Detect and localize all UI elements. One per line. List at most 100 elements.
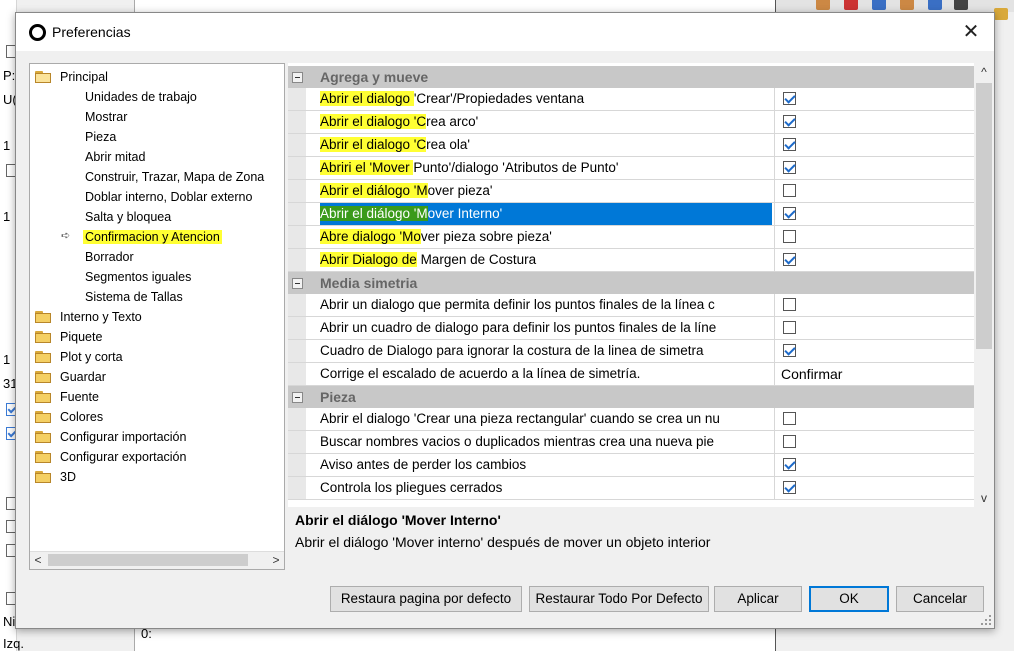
checkbox-unchecked[interactable] (783, 298, 796, 311)
property-value[interactable] (774, 111, 975, 133)
tree-item-segmentos[interactable]: Segmentos iguales (85, 267, 191, 287)
property-row[interactable]: Abre dialogo 'Mover pieza sobre pieza' (288, 226, 974, 249)
cancel-button[interactable]: Cancelar (896, 586, 984, 612)
tree-item-salta[interactable]: Salta y bloquea (85, 207, 171, 227)
toolbar-icon[interactable] (900, 0, 914, 10)
checkbox-checked[interactable] (783, 115, 796, 128)
checkbox-checked[interactable] (783, 207, 796, 220)
tree-item-doblar[interactable]: Doblar interno, Doblar externo (85, 187, 252, 207)
property-name[interactable]: Abrir el diálogo 'Mover Interno' (320, 203, 772, 225)
property-row[interactable]: Abriri el 'Mover Punto'/dialogo 'Atribut… (288, 157, 974, 180)
property-row[interactable]: Abrir Dialogo de Margen de Costura (288, 249, 974, 272)
scroll-left-icon[interactable]: < (30, 552, 46, 569)
tree-item-mostrar[interactable]: Mostrar (85, 107, 127, 127)
toolbar-icon[interactable] (844, 0, 858, 10)
tree-horizontal-scrollbar[interactable]: < > (30, 551, 284, 569)
property-row[interactable]: Abrir el diálogo 'Mover Interno' (288, 203, 974, 226)
property-row[interactable]: Corrige el escalado de acuerdo a la líne… (288, 363, 974, 386)
property-row[interactable]: Abrir el dialogo 'Crear una pieza rectan… (288, 408, 974, 431)
checkbox-unchecked[interactable] (783, 321, 796, 334)
property-value[interactable]: Confirmar (774, 363, 975, 385)
close-button[interactable]: ✕ (948, 13, 994, 51)
checkbox-unchecked[interactable] (783, 435, 796, 448)
property-value[interactable] (774, 134, 975, 156)
property-name[interactable]: Corrige el escalado de acuerdo a la líne… (320, 363, 772, 385)
property-name[interactable]: Abrir el dialogo 'Crear'/Propiedades ven… (320, 88, 772, 110)
toolbar-icon[interactable] (816, 0, 830, 10)
property-value[interactable] (774, 340, 975, 362)
property-value[interactable] (774, 88, 975, 110)
property-row[interactable]: Abrir el dialogo 'Crea ola' (288, 134, 974, 157)
property-name[interactable]: Abrir un dialogo que permita definir los… (320, 294, 772, 316)
collapse-icon[interactable] (292, 72, 303, 83)
property-value[interactable] (774, 180, 975, 202)
ok-button[interactable]: OK (809, 586, 889, 612)
tree-item-pieza[interactable]: Pieza (85, 127, 116, 147)
toolbar-icon[interactable] (872, 0, 886, 10)
scroll-thumb[interactable] (976, 83, 992, 349)
checkbox-checked[interactable] (783, 344, 796, 357)
checkbox-unchecked[interactable] (783, 412, 796, 425)
restore-all-button[interactable]: Restaurar Todo Por Defecto (529, 586, 709, 612)
checkbox-checked[interactable] (783, 138, 796, 151)
property-name[interactable]: Abriri el 'Mover Punto'/dialogo 'Atribut… (320, 157, 772, 179)
property-name[interactable]: Cuadro de Dialogo para ignorar la costur… (320, 340, 772, 362)
property-row[interactable]: Buscar nombres vacios o duplicados mient… (288, 431, 974, 454)
property-name[interactable]: Abrir el dialogo 'Crea ola' (320, 134, 772, 156)
checkbox-unchecked[interactable] (783, 230, 796, 243)
property-value[interactable] (774, 477, 975, 499)
category-header[interactable]: Pieza (288, 386, 974, 409)
checkbox-checked[interactable] (783, 458, 796, 471)
restore-page-button[interactable]: Restaura pagina por defecto (330, 586, 522, 612)
scroll-up-icon[interactable]: ^ (974, 63, 994, 81)
toolbar-icon[interactable] (928, 0, 942, 10)
scroll-down-icon[interactable]: v (974, 489, 994, 507)
tree-item-confirmacion[interactable]: Confirmacion y Atencion (83, 227, 222, 247)
grid-vertical-scrollbar[interactable]: ^ v (974, 63, 994, 507)
property-row[interactable]: Controla los pliegues cerrados (288, 477, 974, 500)
category-header[interactable]: Agrega y mueve (288, 66, 974, 89)
toolbar-icon[interactable] (954, 0, 968, 10)
property-name[interactable]: Abrir el diálogo 'Mover pieza' (320, 180, 772, 202)
tree-item-tallas[interactable]: Sistema de Tallas (85, 287, 183, 307)
property-row[interactable]: Abrir el dialogo 'Crea arco' (288, 111, 974, 134)
property-value[interactable] (774, 431, 975, 453)
property-value[interactable] (774, 226, 975, 248)
property-row[interactable]: Abrir un dialogo que permita definir los… (288, 294, 974, 317)
property-row[interactable]: Aviso antes de perder los cambios (288, 454, 974, 477)
property-value[interactable] (774, 408, 975, 430)
resize-grip-icon[interactable] (981, 615, 991, 625)
property-row[interactable]: Cuadro de Dialogo para ignorar la costur… (288, 340, 974, 363)
checkbox-checked[interactable] (783, 253, 796, 266)
checkbox-checked[interactable] (783, 92, 796, 105)
property-name[interactable]: Abrir Dialogo de Margen de Costura (320, 249, 772, 271)
tree-item-unidades[interactable]: Unidades de trabajo (85, 87, 197, 107)
scroll-right-icon[interactable]: > (268, 552, 284, 569)
property-value[interactable] (774, 249, 975, 271)
category-header[interactable]: Media simetria (288, 272, 974, 295)
property-value[interactable] (774, 294, 975, 316)
property-row[interactable]: Abrir un cuadro de dialogo para definir … (288, 317, 974, 340)
checkbox-checked[interactable] (783, 481, 796, 494)
tree-item-abrir-mitad[interactable]: Abrir mitad (85, 147, 145, 167)
property-value[interactable] (774, 317, 975, 339)
property-value[interactable] (774, 454, 975, 476)
property-name[interactable]: Abrir el dialogo 'Crear una pieza rectan… (320, 408, 772, 430)
tree-item-borrador[interactable]: Borrador (85, 247, 134, 267)
property-name[interactable]: Abre dialogo 'Mover pieza sobre pieza' (320, 226, 772, 248)
property-row[interactable]: Abrir el dialogo 'Crear'/Propiedades ven… (288, 88, 974, 111)
checkbox-unchecked[interactable] (783, 184, 796, 197)
property-name[interactable]: Abrir un cuadro de dialogo para definir … (320, 317, 772, 339)
property-row[interactable]: Abrir el diálogo 'Mover pieza' (288, 180, 974, 203)
collapse-icon[interactable] (292, 278, 303, 289)
property-name[interactable]: Abrir el dialogo 'Crea arco' (320, 111, 772, 133)
tree-item-construir[interactable]: Construir, Trazar, Mapa de Zona (85, 167, 264, 187)
checkbox-checked[interactable] (783, 161, 796, 174)
toolbar-icon[interactable] (994, 8, 1008, 20)
collapse-icon[interactable] (292, 392, 303, 403)
property-name[interactable]: Buscar nombres vacios o duplicados mient… (320, 431, 772, 453)
property-name[interactable]: Aviso antes de perder los cambios (320, 454, 772, 476)
apply-button[interactable]: Aplicar (714, 586, 802, 612)
property-name[interactable]: Controla los pliegues cerrados (320, 477, 772, 499)
property-value[interactable] (774, 203, 975, 225)
